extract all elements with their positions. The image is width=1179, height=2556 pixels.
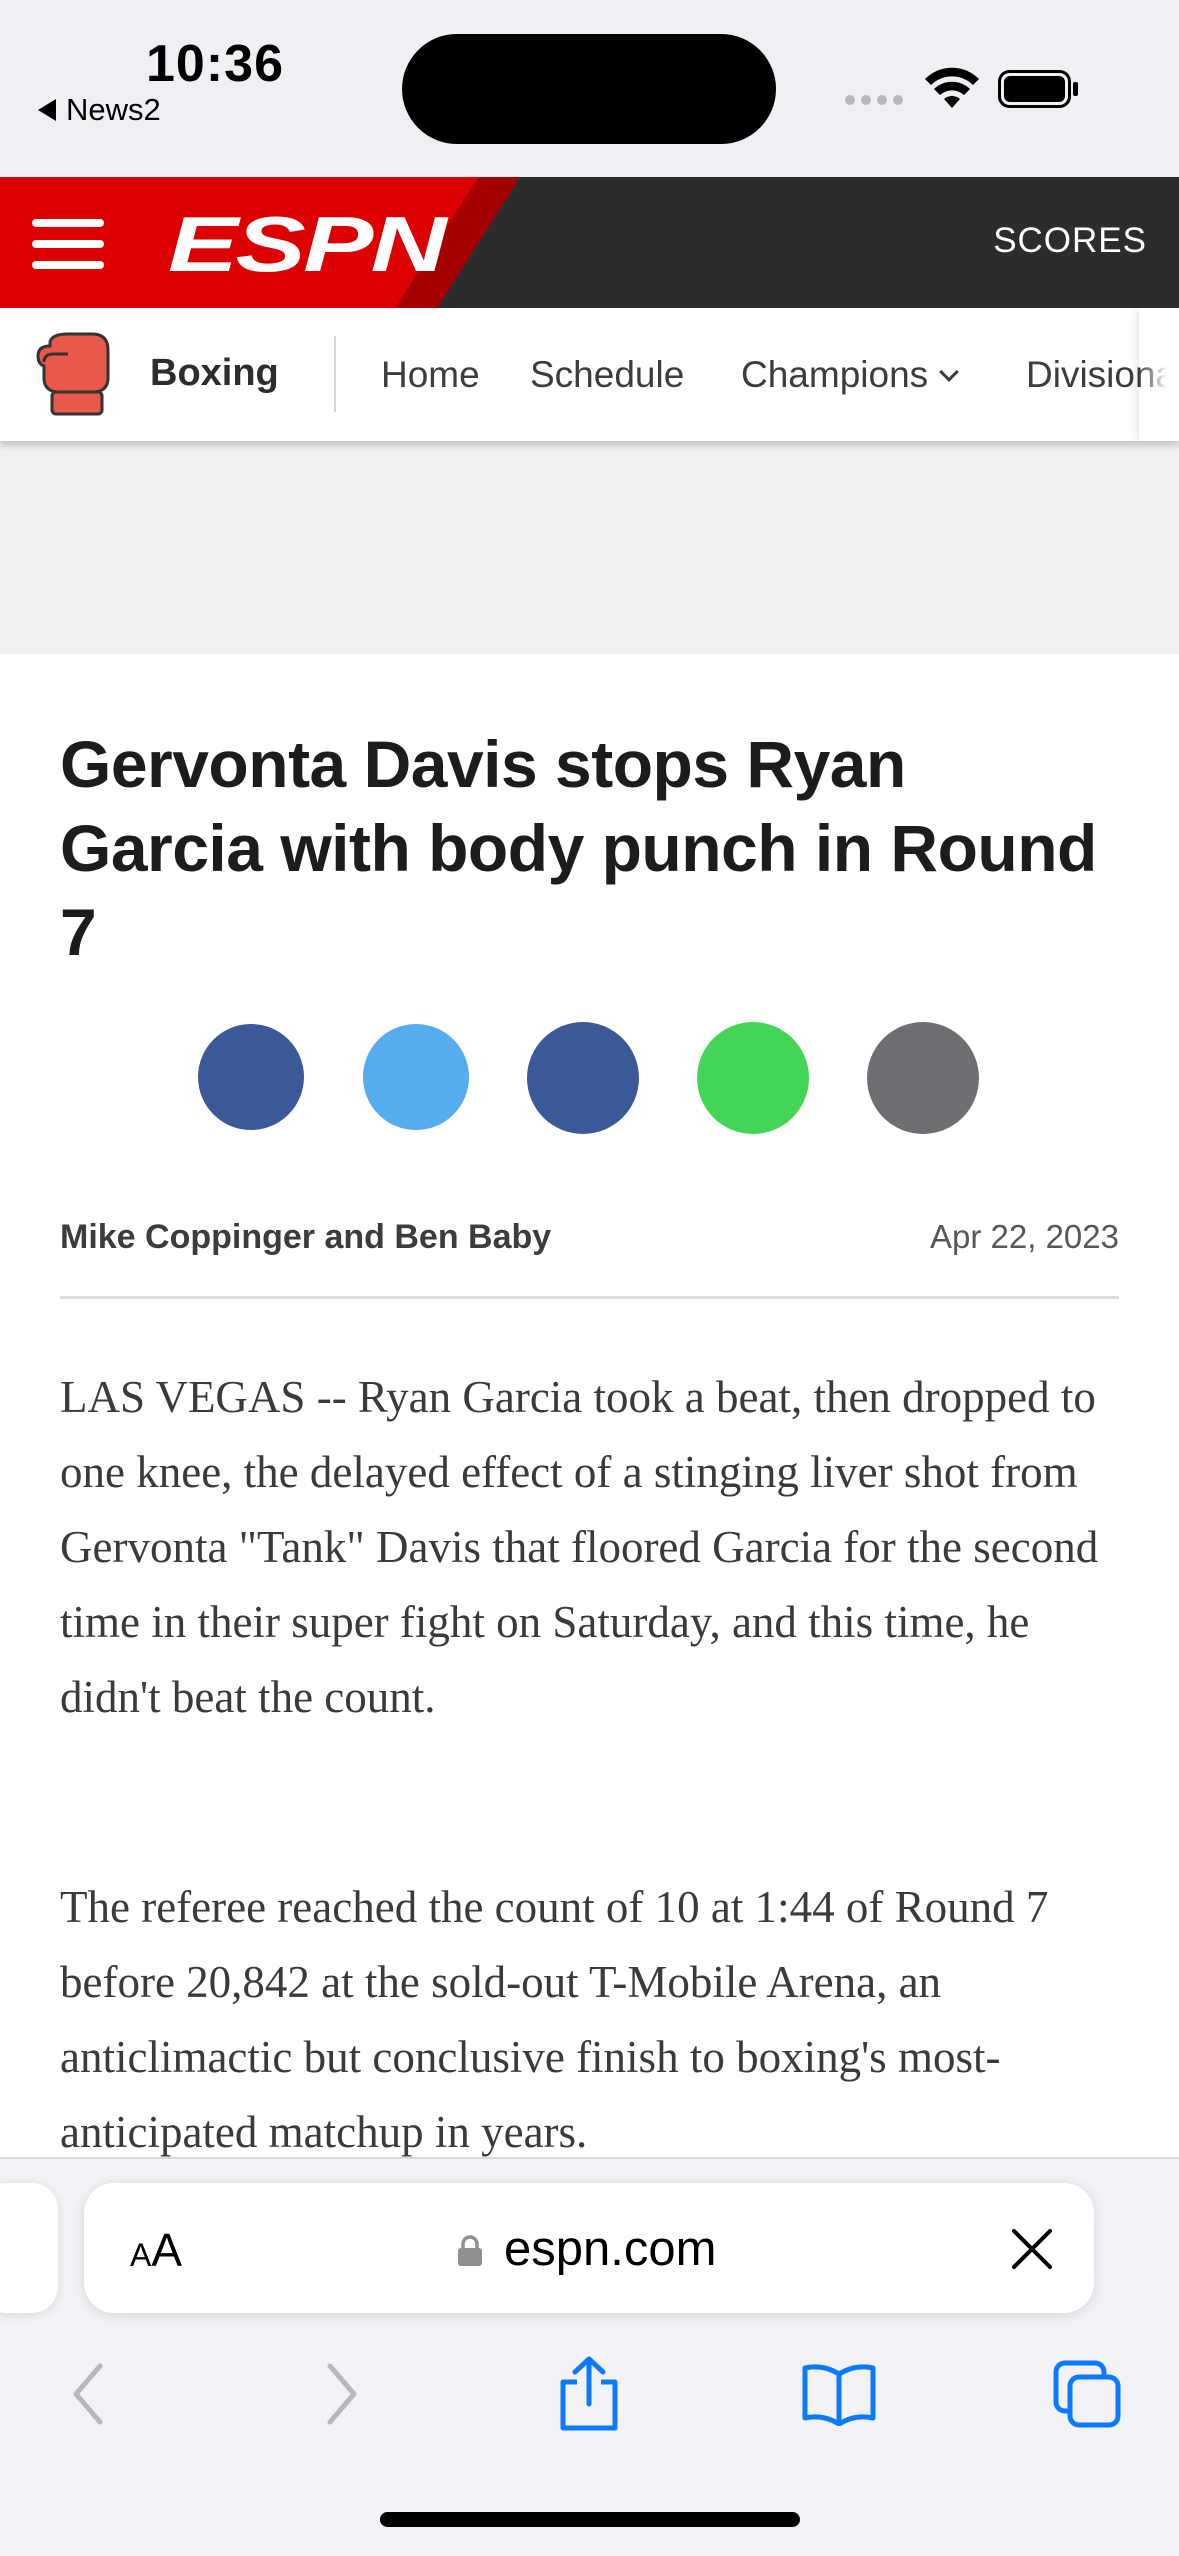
article-date: Apr 22, 2023	[930, 1218, 1119, 1255]
back-button[interactable]	[43, 2349, 133, 2439]
article-paragraph: LAS VEGAS -- Ryan Garcia took a beat, th…	[60, 1372, 1099, 1722]
article-paragraph: The referee reached the count of 10 at 1…	[60, 1882, 1049, 2157]
safari-bottom-bar: AA espn.com	[0, 2157, 1179, 2556]
byline: Mike Coppinger and Ben Baby Apr 22, 2023	[60, 1212, 1119, 1272]
battery-icon	[998, 70, 1078, 108]
nav-schedule[interactable]: Schedule	[530, 354, 684, 396]
more-share-button[interactable]	[867, 1022, 979, 1134]
book-icon	[802, 2364, 876, 2426]
bookmarks-button[interactable]	[794, 2349, 884, 2439]
article-headline: Gervonta Davis stops Ryan Garcia with bo…	[60, 727, 1097, 969]
status-bar: 10:36 News2	[0, 0, 1179, 177]
sport-title[interactable]: Boxing	[150, 352, 279, 395]
espn-header: ESPN SCORES	[0, 177, 1179, 308]
previous-tab-peek[interactable]	[0, 2183, 58, 2313]
chevron-right-icon	[327, 2363, 357, 2425]
twitter-share-button[interactable]	[363, 1024, 469, 1130]
nav-champions[interactable]: Champions	[741, 354, 960, 396]
back-app-label: News2	[66, 92, 161, 127]
ad-placeholder	[0, 441, 1179, 654]
back-triangle-icon	[38, 99, 56, 121]
tabs-icon	[1053, 2360, 1121, 2428]
espn-logo[interactable]: ESPN	[168, 199, 447, 290]
status-time: 10:36	[146, 35, 284, 93]
dynamic-island	[402, 34, 776, 144]
chevron-down-icon	[939, 362, 960, 382]
close-icon[interactable]	[1010, 2227, 1054, 2271]
share-buttons	[0, 1022, 1179, 1134]
sport-subnav: Boxing Home Schedule Champions Divisiona…	[0, 308, 1179, 441]
messenger-share-button[interactable]	[527, 1022, 639, 1134]
home-indicator[interactable]	[380, 2512, 800, 2527]
message-share-button[interactable]	[697, 1022, 809, 1134]
forward-button[interactable]	[297, 2349, 387, 2439]
wifi-icon	[925, 67, 979, 108]
facebook-share-button[interactable]	[198, 1024, 304, 1130]
text-size-large: A	[151, 2224, 183, 2276]
menu-icon[interactable]	[32, 219, 104, 269]
address-bar[interactable]: AA espn.com	[84, 2183, 1094, 2313]
back-to-app-link[interactable]: News2	[38, 92, 161, 128]
url-text[interactable]: espn.com	[504, 2221, 716, 2277]
nav-divider	[334, 336, 336, 412]
byline-divider	[60, 1296, 1119, 1299]
share-button[interactable]	[544, 2349, 634, 2439]
boxing-glove-icon	[36, 332, 110, 416]
article-authors[interactable]: Mike Coppinger and Ben Baby	[60, 1218, 551, 1257]
nav-home[interactable]: Home	[381, 354, 480, 396]
safari-toolbar	[0, 2349, 1179, 2459]
nav-champions-label: Champions	[741, 354, 929, 395]
text-size-small: A	[130, 2237, 152, 2273]
scores-link[interactable]: SCORES	[993, 221, 1147, 261]
chevron-left-icon	[73, 2363, 103, 2425]
text-size-button[interactable]: AA	[130, 2223, 182, 2277]
share-icon	[560, 2356, 618, 2431]
cellular-signal-icon	[845, 95, 903, 105]
tabs-button[interactable]	[1042, 2349, 1132, 2439]
lock-icon	[458, 2235, 482, 2266]
nav-scroll-fade	[1139, 308, 1179, 441]
